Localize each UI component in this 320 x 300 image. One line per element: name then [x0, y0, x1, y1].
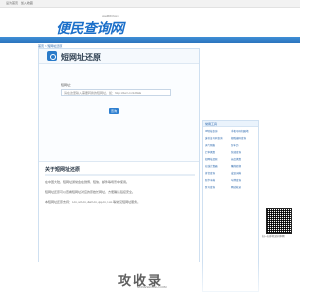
sidebar-link[interactable]: 区号查询 [205, 185, 229, 189]
about-paragraph-1: 在中国大陆，短网址通常会在微博、短信、邮件等场景中使用。 [45, 180, 130, 184]
about-section: 关于短网址还原 在中国大陆，短网址通常会在微博、短信、邮件等场景中使用。 短网址… [39, 161, 199, 262]
sidebar-link[interactable]: 繁简转换 [231, 164, 255, 168]
nav-bar [0, 37, 300, 43]
watermark: 攻收录 GONGSHOULU.COM [0, 262, 300, 300]
sidebar-title: 常用工具 [203, 121, 258, 127]
tool-panel: 短网址还原 短网址： 请在这里输入需要转换的短网址，如：http://dwz.c… [38, 48, 200, 262]
sidebar-link[interactable]: 汇率换算 [205, 150, 229, 154]
about-paragraph-3: 本短网址还原支持：t.cn, url.cn, dwz.cn, qq.cn, t.… [45, 200, 141, 204]
top-links: 设为首页 加入收藏 [6, 1, 35, 5]
site-header: 便民查询网 www.BMCX.com [0, 8, 300, 40]
sidebar-link[interactable]: 新华字典 [205, 178, 229, 182]
qr-caption: 扫一扫手机访问本网 [262, 235, 285, 238]
sidebar-link[interactable]: 手机号码归属地 [231, 129, 255, 133]
sidebar-link[interactable]: 天气预报 [205, 143, 229, 147]
sidebar-link[interactable]: 长度换算 [231, 157, 255, 161]
sidebar-link[interactable]: 万年历 [231, 143, 255, 147]
sidebar-link[interactable]: 身份证号码查询 [205, 136, 229, 140]
top-bar: 设为首页 加入收藏 [0, 0, 300, 8]
short-url-input[interactable]: 请在这里输入需要转换的短网址，如：http://dwz.cn/12bkE [61, 89, 171, 96]
watermark-subtext: GONGSHOULU.COM [137, 285, 167, 289]
query-button[interactable]: 查询 [109, 108, 119, 114]
sidebar-link[interactable]: 在线计算器 [205, 164, 229, 168]
sidebar-link[interactable]: IP地址查询 [205, 129, 229, 133]
tool-title: 短网址还原 [61, 53, 101, 62]
about-title: 关于短网址还原 [45, 167, 81, 173]
sidebar-link[interactable]: 网站收录 [231, 185, 255, 189]
sidebar-link[interactable]: 快递查询 [231, 150, 255, 154]
set-home-link[interactable]: 设为首页 [6, 1, 18, 5]
logo-sub-text: www.BMCX.com [102, 14, 119, 18]
site-logo[interactable]: 便民查询网 www.BMCX.com [56, 14, 124, 38]
sidebar-link[interactable]: 邮政编码查询 [231, 136, 255, 140]
logo-main-text: 便民查询网 [56, 20, 124, 36]
about-paragraph-2: 短网址还原可以查看短网址对应的原始长网址，方便确认链接安全。 [45, 190, 136, 194]
add-favorite-link[interactable]: 加入收藏 [21, 1, 33, 5]
sidebar-link[interactable]: 车牌查询 [231, 178, 255, 182]
tool-header: 短网址还原 [39, 49, 199, 64]
about-divider [45, 174, 195, 176]
search-icon [47, 51, 57, 61]
sidebar-link[interactable]: 成语词典 [231, 171, 255, 175]
sidebar-link[interactable]: 短网址还原 [205, 157, 229, 161]
sidebar-link[interactable]: 拼音查询 [205, 171, 229, 175]
url-label: 短网址： [61, 83, 74, 87]
qr-code [266, 208, 292, 234]
